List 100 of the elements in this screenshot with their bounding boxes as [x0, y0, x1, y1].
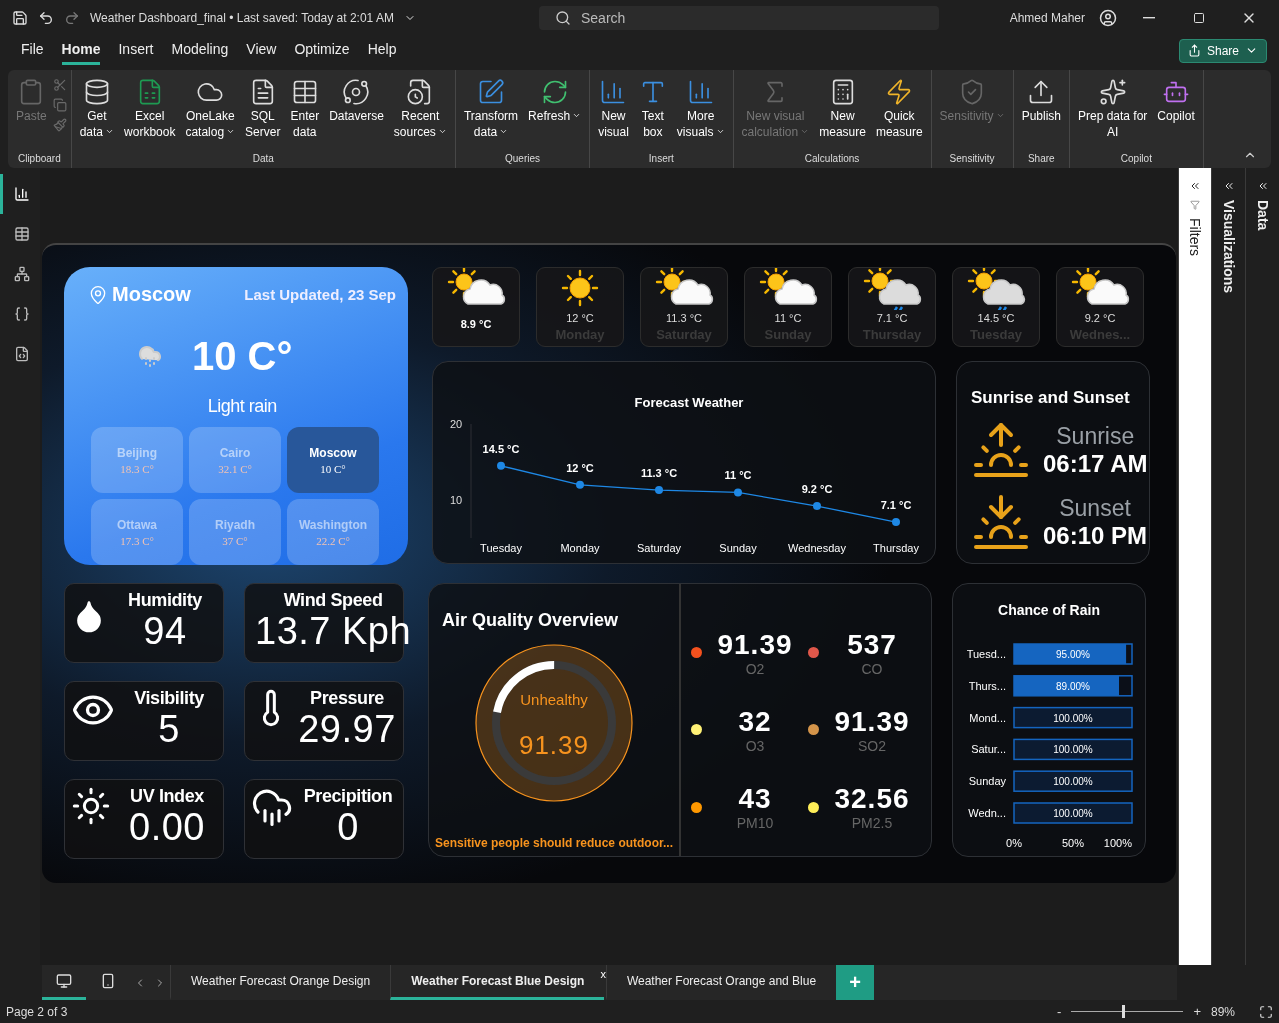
pollutant-value: 43 [738, 783, 772, 816]
ribbon-button[interactable]: Enter data [286, 76, 324, 143]
data-point [892, 518, 900, 527]
ribbon-button[interactable]: More visuals [672, 76, 729, 143]
monitor-icon [56, 973, 72, 989]
ribbon-button[interactable]: Quick measure [871, 76, 927, 143]
zoom-thumb[interactable] [1121, 1005, 1125, 1018]
ribbon-group-label: Copilot [1119, 153, 1153, 164]
ribbon-button[interactable]: Transform data [459, 76, 523, 143]
city-tile[interactable]: Moscow 10 C° [287, 427, 379, 493]
bar-chart-icon [13, 186, 30, 202]
ribbon-group-label: Calculations [803, 153, 861, 164]
metric-label: Visibility [134, 688, 204, 709]
city-name: Ottawa [117, 517, 157, 532]
redo-icon[interactable] [64, 9, 80, 26]
metric-value: 5 [158, 709, 180, 751]
paintbrush-icon [52, 118, 67, 132]
close-tab-button[interactable]: x [600, 968, 606, 980]
city-name: Riyadh [215, 517, 255, 532]
ribbon-button[interactable]: New measure [815, 76, 870, 143]
menu-tab[interactable]: File [21, 36, 44, 65]
ribbon-button[interactable]: OneLake catalog [181, 76, 240, 143]
forecast-temperature: 11.3 °C [666, 312, 702, 324]
sun-cloud-rain-icon [862, 268, 922, 310]
data-label: 100.00% [1053, 776, 1093, 788]
pane-label[interactable]: Visualizations [1220, 200, 1237, 294]
axis-label: Saturday [637, 542, 681, 554]
ribbon-button[interactable]: Text box [634, 76, 671, 143]
forecast-temperature: 11 °C [774, 312, 802, 324]
city-name: Beijing [117, 445, 157, 460]
pollutant-label: PM2.5 [851, 815, 893, 832]
gauge-status: Unhealthy [520, 691, 588, 708]
sun-cloud-rain-icon [966, 268, 1026, 310]
ribbon-group-label: Insert [647, 153, 675, 164]
page-tab[interactable]: Weather Forecast Orange Design [170, 965, 391, 1000]
updated-text: Last Updated, 23 Sep [244, 286, 396, 303]
ribbon-button[interactable]: Get data [75, 76, 119, 143]
data-point [576, 480, 584, 489]
zoom-out-button[interactable]: - [1057, 1004, 1062, 1019]
data-label: 9.2 °C [801, 483, 833, 496]
pollutant-value: 32.56 [834, 783, 910, 816]
axis-label: 100% [1103, 837, 1132, 849]
data-label: 11.3 °C [640, 467, 678, 480]
data-point [655, 486, 663, 495]
ribbon-group-label: Clipboard [16, 153, 62, 164]
undo-icon[interactable] [38, 9, 54, 26]
sun-icon [71, 786, 111, 826]
axis-label: 50% [1062, 837, 1084, 849]
search-icon [555, 9, 571, 26]
sparkle-icon [1098, 78, 1127, 106]
advice-text: Sensitive people should reduce outdoor... [435, 836, 674, 850]
fit-page-icon[interactable] [1259, 1004, 1273, 1019]
metric-label: UV Index [130, 786, 204, 807]
rain-cloud-icon [138, 344, 162, 368]
ribbon-button[interactable]: Excel workbook [120, 76, 180, 143]
metric-value: 0.00 [129, 807, 205, 849]
share-button[interactable]: Share [1178, 38, 1267, 63]
city-name: Washington [298, 517, 368, 532]
menu-tab[interactable]: View [246, 36, 277, 65]
caret-icon [995, 111, 1005, 120]
menu-tab[interactable]: Insert [118, 36, 154, 65]
search-field[interactable]: Search [539, 5, 939, 30]
menu-tab[interactable]: Home [61, 36, 101, 65]
zoom-in-button[interactable]: + [1193, 1004, 1201, 1019]
axis-label: Sunday [968, 775, 1006, 788]
ribbon-group-label: Share [1026, 153, 1056, 164]
forecast-temperature: 14.5 °C [977, 312, 1015, 324]
menu-tab[interactable]: Help [367, 36, 397, 65]
copy-icon [52, 98, 67, 112]
zoom-level: 89% [1210, 1004, 1235, 1019]
page-indicator: Page 2 of 3 [6, 1004, 68, 1019]
axis-label: 0% [1006, 837, 1022, 849]
pin-icon [88, 284, 108, 305]
pane-label[interactable]: Filters [1187, 218, 1203, 257]
ribbon-button[interactable]: New visual [594, 76, 633, 143]
minimize-icon [1143, 16, 1155, 19]
pollutant-value: 537 [847, 628, 897, 661]
condition: Light rain [207, 396, 277, 417]
menu-tab[interactable]: Modeling [171, 36, 229, 65]
temperature: 10 C° [192, 336, 293, 376]
axis-label: Monday [560, 542, 600, 554]
forecast-temperature: 9.2 °C [1084, 312, 1116, 324]
avatar-icon[interactable] [1099, 8, 1117, 27]
ribbon-button[interactable]: SQL Server [241, 76, 285, 143]
pane-label[interactable]: Data [1254, 200, 1271, 231]
ribbon-button[interactable]: Copilot [1153, 76, 1199, 127]
sunrise-icon [971, 420, 1031, 480]
axis-label: Satur... [971, 743, 1006, 756]
pollutant-label: O3 [745, 738, 765, 754]
ribbon-button[interactable]: Recent sources [389, 76, 451, 143]
save-icon[interactable] [12, 9, 28, 26]
ribbon-button[interactable]: Refresh [524, 76, 586, 127]
user-name: Ahmed Maher [1009, 10, 1085, 25]
ribbon-button[interactable]: Publish [1017, 76, 1065, 127]
share-icon [1187, 44, 1201, 57]
ribbon-button[interactable]: Prep data for AI [1074, 76, 1152, 143]
ribbon-button[interactable]: Dataverse [325, 76, 388, 127]
expand-button[interactable] [1189, 180, 1201, 192]
sun-event-label: Sunrise [1056, 422, 1135, 450]
menu-tab[interactable]: Optimize [294, 36, 350, 65]
